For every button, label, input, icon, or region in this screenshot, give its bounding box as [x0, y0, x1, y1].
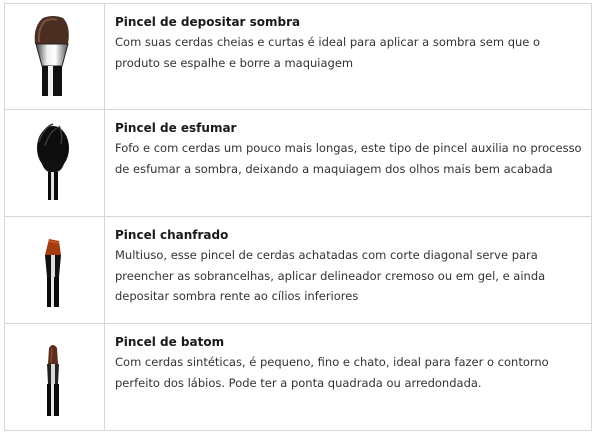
brush-description: Com suas cerdas cheias e curtas é ideal …	[115, 35, 541, 70]
brush-text-cell: Pincel de batom Com cerdas sintéticas, é…	[115, 332, 585, 393]
brush-image-cell	[5, 217, 105, 323]
brush-text-cell: Pincel de esfumar Fofo e com cerdas um p…	[115, 118, 585, 179]
brush-name: Pincel de esfumar	[115, 121, 237, 135]
brush-description: Multiuso, esse pincel de cerdas achatada…	[115, 248, 546, 303]
brush-image-cell	[5, 110, 105, 216]
table-row: Pincel chanfrado Multiuso, esse pincel d…	[5, 217, 591, 324]
table-row: Pincel de esfumar Fofo e com cerdas um p…	[5, 110, 591, 217]
brush-name: Pincel chanfrado	[115, 228, 229, 242]
brush-table: Pincel de depositar sombra Com suas cerd…	[4, 3, 592, 431]
brush-name: Pincel de depositar sombra	[115, 15, 301, 29]
blending-brush-icon	[37, 123, 69, 200]
brush-image-cell	[5, 324, 105, 430]
flat-shader-brush-icon	[34, 16, 69, 96]
brush-description: Com cerdas sintéticas, é pequeno, fino e…	[115, 355, 549, 390]
brush-text-cell: Pincel chanfrado Multiuso, esse pincel d…	[115, 225, 585, 307]
brush-name: Pincel de batom	[115, 335, 225, 349]
lip-brush-icon	[47, 345, 59, 416]
brush-description: Fofo e com cerdas um pouco mais longas, …	[115, 141, 582, 176]
table-row: Pincel de depositar sombra Com suas cerd…	[5, 4, 591, 110]
brush-text-cell: Pincel de depositar sombra Com suas cerd…	[115, 12, 585, 73]
brush-image-cell	[5, 4, 105, 109]
angled-brush-icon	[45, 239, 61, 307]
table-row: Pincel de batom Com cerdas sintéticas, é…	[5, 324, 591, 430]
